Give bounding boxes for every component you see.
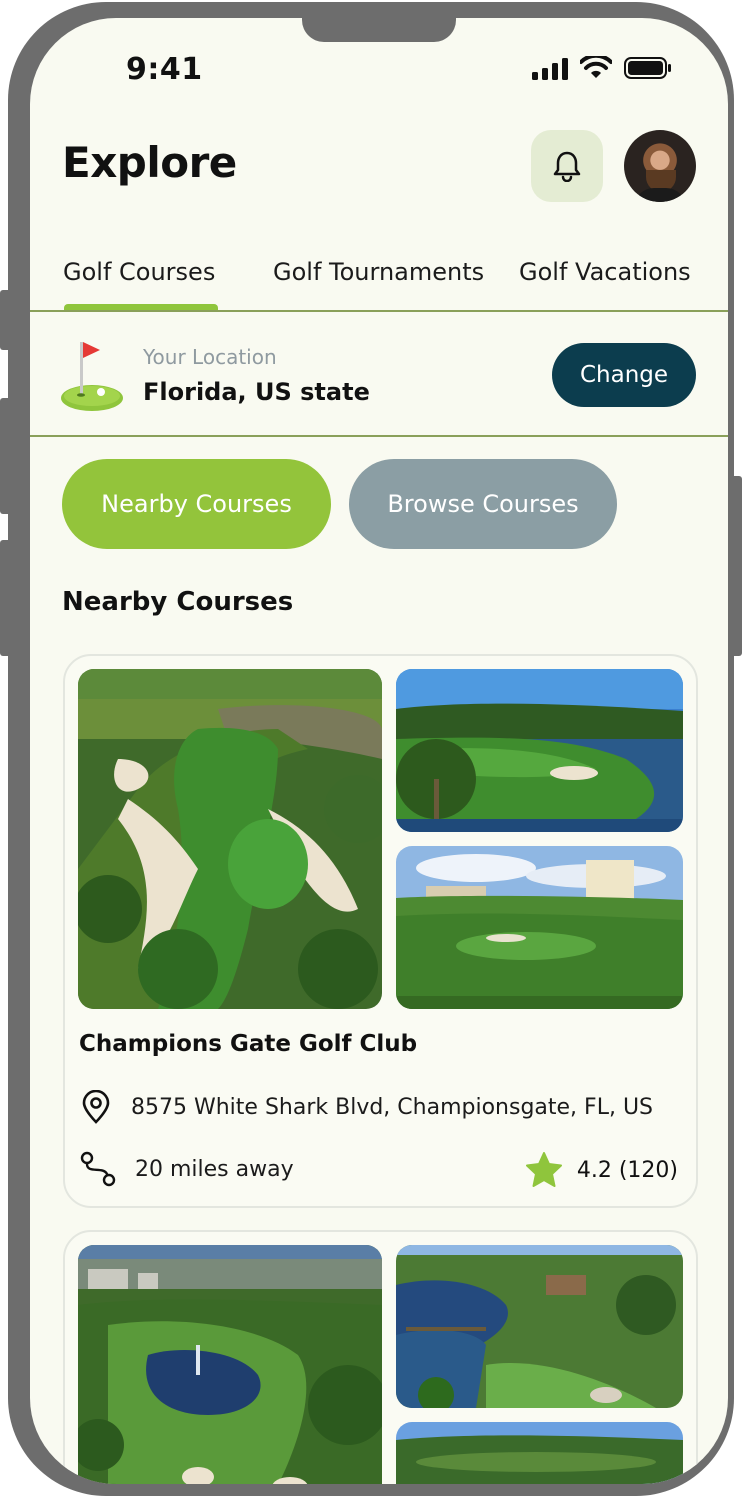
change-location-button[interactable]: Change bbox=[552, 343, 696, 407]
course-address: 8575 White Shark Blvd, Championsgate, FL… bbox=[131, 1094, 654, 1120]
user-avatar[interactable] bbox=[624, 130, 696, 202]
course-photo-main[interactable] bbox=[78, 669, 382, 1009]
tab-golf-vacations[interactable]: Golf Vacations bbox=[519, 258, 691, 286]
bell-icon bbox=[553, 151, 581, 182]
course-name[interactable]: Champions Gate Golf Club bbox=[79, 1031, 417, 1057]
notch bbox=[302, 18, 456, 42]
notifications-button[interactable] bbox=[531, 130, 603, 202]
avatar-shirt bbox=[634, 188, 686, 202]
course-photo-2[interactable] bbox=[396, 1245, 683, 1408]
category-tabs: Golf Courses Golf Tournaments Golf Vacat… bbox=[30, 254, 728, 312]
course-distance: 20 miles away bbox=[135, 1156, 294, 1182]
golf-flag-icon bbox=[61, 342, 123, 411]
course-address-row: 8575 White Shark Blvd, Championsgate, FL… bbox=[79, 1090, 653, 1124]
course-card[interactable]: Champions Gate Golf Club 8575 White Shar… bbox=[63, 654, 698, 1208]
aerial-course-image bbox=[78, 669, 382, 1009]
course-card[interactable] bbox=[63, 1230, 698, 1484]
browse-courses-button[interactable]: Browse Courses bbox=[349, 459, 617, 549]
status-time: 9:41 bbox=[126, 52, 203, 87]
course-photo-3[interactable] bbox=[396, 846, 683, 1009]
tab-golf-courses[interactable]: Golf Courses bbox=[63, 258, 215, 286]
page-title: Explore bbox=[62, 138, 237, 187]
section-title: Nearby Courses bbox=[62, 587, 294, 617]
star-icon bbox=[525, 1152, 562, 1187]
tab-golf-tournaments[interactable]: Golf Tournaments bbox=[273, 258, 484, 286]
course-fairway-image bbox=[396, 1422, 683, 1484]
course-rating: 4.2 (120) bbox=[525, 1152, 678, 1188]
map-pin-icon bbox=[82, 1090, 110, 1124]
phone-frame: 9:41 Explore Golf Courses Golf Tournamen… bbox=[8, 2, 734, 1496]
course-photo-3[interactable] bbox=[396, 1422, 683, 1484]
signal-icon bbox=[532, 58, 568, 80]
divider bbox=[30, 310, 728, 312]
course-photo-main[interactable] bbox=[78, 1245, 382, 1484]
course-photo-2[interactable] bbox=[396, 669, 683, 832]
nearby-courses-button[interactable]: Nearby Courses bbox=[62, 459, 331, 549]
course-distance-row: 20 miles away bbox=[79, 1150, 294, 1188]
aerial-pond-course-image bbox=[78, 1245, 382, 1484]
battery-icon bbox=[624, 57, 671, 79]
location-value: Florida, US state bbox=[143, 378, 370, 406]
app-screen: 9:41 Explore Golf Courses Golf Tournamen… bbox=[30, 18, 728, 1484]
river-course-image bbox=[396, 1245, 683, 1408]
course-rating-value: 4.2 (120) bbox=[576, 1157, 678, 1183]
location-label: Your Location bbox=[143, 345, 277, 369]
wifi-icon bbox=[580, 56, 612, 78]
route-icon bbox=[80, 1151, 116, 1187]
status-icons bbox=[530, 56, 680, 86]
lake-course-image bbox=[396, 669, 683, 832]
divider bbox=[30, 435, 728, 437]
resort-course-image bbox=[396, 846, 683, 1009]
